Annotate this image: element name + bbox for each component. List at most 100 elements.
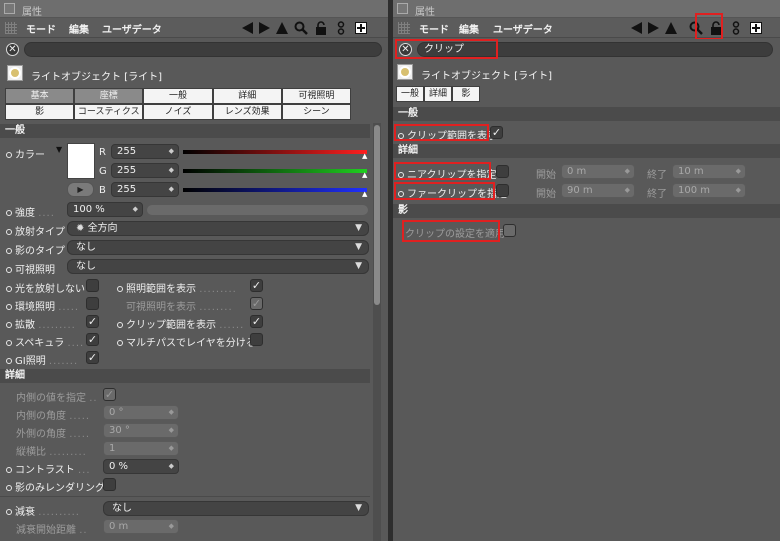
emission-type-select[interactable]: ✹ 全方向 ▼ [67, 221, 369, 236]
show-clipping-checkbox[interactable]: ✓ [250, 315, 263, 328]
search-icon[interactable] [294, 20, 308, 36]
keyframe-dot-icon[interactable] [6, 340, 12, 346]
tab-caustics[interactable]: コースティクス [74, 104, 144, 120]
far-clip-checkbox[interactable] [496, 184, 509, 197]
ambient-checkbox[interactable] [86, 297, 99, 310]
far-clip-start-input[interactable]: 90 m ◆ [561, 183, 635, 198]
node-icon[interactable] [729, 20, 743, 36]
keyframe-dot-icon[interactable] [6, 152, 12, 158]
scrollbar[interactable] [373, 123, 381, 541]
color-expand-button[interactable]: ▶ [67, 182, 94, 197]
menu-edit[interactable]: 編集 [69, 21, 89, 36]
keyframe-dot-icon[interactable] [117, 286, 123, 292]
search-input[interactable]: クリップ [417, 42, 773, 57]
keyframe-dot-icon[interactable] [6, 322, 12, 328]
node-icon[interactable] [334, 20, 348, 36]
inner-angle-input[interactable]: 0 ° ◆ [103, 405, 179, 420]
tab-shadow[interactable]: 影 [5, 104, 75, 120]
forward-arrow-icon[interactable] [259, 22, 270, 34]
keyframe-dot-icon[interactable] [6, 286, 12, 292]
menu-edit[interactable]: 編集 [459, 21, 479, 36]
far-clip-end-input[interactable]: 100 m ◆ [672, 183, 746, 198]
scrollbar-thumb[interactable] [374, 125, 380, 305]
search-input[interactable] [24, 42, 382, 57]
tab-scene[interactable]: シーン [281, 104, 351, 120]
no-light-checkbox[interactable] [86, 279, 99, 292]
gi-checkbox[interactable]: ✓ [86, 351, 99, 364]
up-arrow-icon[interactable] [665, 22, 677, 34]
keyframe-dot-icon[interactable] [6, 229, 12, 235]
clear-search-icon[interactable]: ✕ [399, 43, 412, 56]
g-slider-handle-icon[interactable]: ▲ [362, 171, 367, 179]
specular-checkbox[interactable]: ✓ [86, 333, 99, 346]
b-input[interactable]: 255 ◆ [111, 182, 179, 197]
up-arrow-icon[interactable] [276, 22, 288, 34]
shadow-type-select[interactable]: なし ▼ [67, 240, 369, 255]
tab-general[interactable]: 一般 [396, 86, 424, 102]
g-slider[interactable] [183, 169, 367, 173]
menu-mode[interactable]: モード [26, 21, 56, 36]
tab-shadow[interactable]: 影 [452, 86, 480, 102]
menu-userdata[interactable]: ユーザデータ [493, 21, 553, 36]
keyframe-dot-icon[interactable] [6, 358, 12, 364]
new-panel-icon[interactable] [354, 20, 368, 36]
falloff-select[interactable]: なし ▼ [103, 501, 369, 516]
keyframe-dot-icon[interactable] [6, 485, 12, 491]
keyframe-dot-icon[interactable] [6, 509, 12, 515]
keyframe-dot-icon[interactable] [6, 304, 12, 310]
keyframe-dot-icon[interactable] [117, 340, 123, 346]
near-clip-checkbox[interactable] [496, 165, 509, 178]
near-clip-end-input[interactable]: 10 m ◆ [672, 164, 746, 179]
tab-coord[interactable]: 座標 [74, 88, 144, 104]
tab-details[interactable]: 詳細 [424, 86, 452, 102]
back-arrow-icon[interactable] [631, 22, 642, 34]
tab-visible-light[interactable]: 可視照明 [281, 88, 351, 104]
r-input[interactable]: 255 ◆ [111, 144, 179, 159]
keyframe-dot-icon[interactable] [398, 133, 404, 139]
grip-icon[interactable] [5, 22, 17, 34]
keyframe-dot-icon[interactable] [6, 467, 12, 473]
forward-arrow-icon[interactable] [648, 22, 659, 34]
window-menu-icon[interactable] [4, 3, 15, 14]
tab-details[interactable]: 詳細 [212, 88, 282, 104]
tab-basic[interactable]: 基本 [5, 88, 75, 104]
shadow-only-checkbox[interactable] [103, 478, 116, 491]
keyframe-dot-icon[interactable] [6, 267, 12, 273]
b-slider-handle-icon[interactable]: ▲ [362, 190, 367, 198]
show-visible-light-checkbox[interactable]: ✓ [250, 297, 263, 310]
back-arrow-icon[interactable] [242, 22, 253, 34]
r-slider-handle-icon[interactable]: ▲ [362, 152, 367, 160]
keyframe-dot-icon[interactable] [398, 172, 404, 178]
lock-icon[interactable] [709, 20, 723, 36]
diffuse-checkbox[interactable]: ✓ [86, 315, 99, 328]
show-illumination-checkbox[interactable]: ✓ [250, 279, 263, 292]
tab-lens-effects[interactable]: レンズ効果 [212, 104, 282, 120]
show-clip-checkbox[interactable]: ✓ [490, 126, 503, 139]
aspect-input[interactable]: 1 ◆ [103, 441, 179, 456]
menu-userdata[interactable]: ユーザデータ [102, 21, 162, 36]
keyframe-dot-icon[interactable] [6, 248, 12, 254]
tab-noise[interactable]: ノイズ [143, 104, 213, 120]
tab-general[interactable]: 一般 [143, 88, 213, 104]
keyframe-dot-icon[interactable] [6, 210, 12, 216]
visible-light-select[interactable]: なし ▼ [67, 259, 369, 274]
intensity-slider[interactable] [147, 205, 368, 215]
lock-icon[interactable] [314, 20, 328, 36]
window-menu-icon[interactable] [397, 3, 408, 14]
new-panel-icon[interactable] [749, 20, 763, 36]
intensity-input[interactable]: 100 % ◆ [67, 202, 143, 217]
color-dropdown-icon[interactable]: ▼ [56, 145, 62, 154]
clear-search-icon[interactable]: ✕ [6, 43, 19, 56]
inner-value-checkbox[interactable]: ✓ [103, 388, 116, 401]
r-slider[interactable] [183, 150, 367, 154]
falloff-start-input[interactable]: 0 m ◆ [103, 519, 179, 534]
near-clip-start-input[interactable]: 0 m ◆ [561, 164, 635, 179]
panel-splitter[interactable] [388, 0, 393, 541]
search-icon[interactable] [689, 20, 703, 36]
multipass-checkbox[interactable] [250, 333, 263, 346]
keyframe-dot-icon[interactable] [398, 191, 404, 197]
outer-angle-input[interactable]: 30 ° ◆ [103, 423, 179, 438]
grip-icon[interactable] [398, 22, 410, 34]
menu-mode[interactable]: モード [419, 21, 449, 36]
color-swatch[interactable] [67, 143, 95, 179]
